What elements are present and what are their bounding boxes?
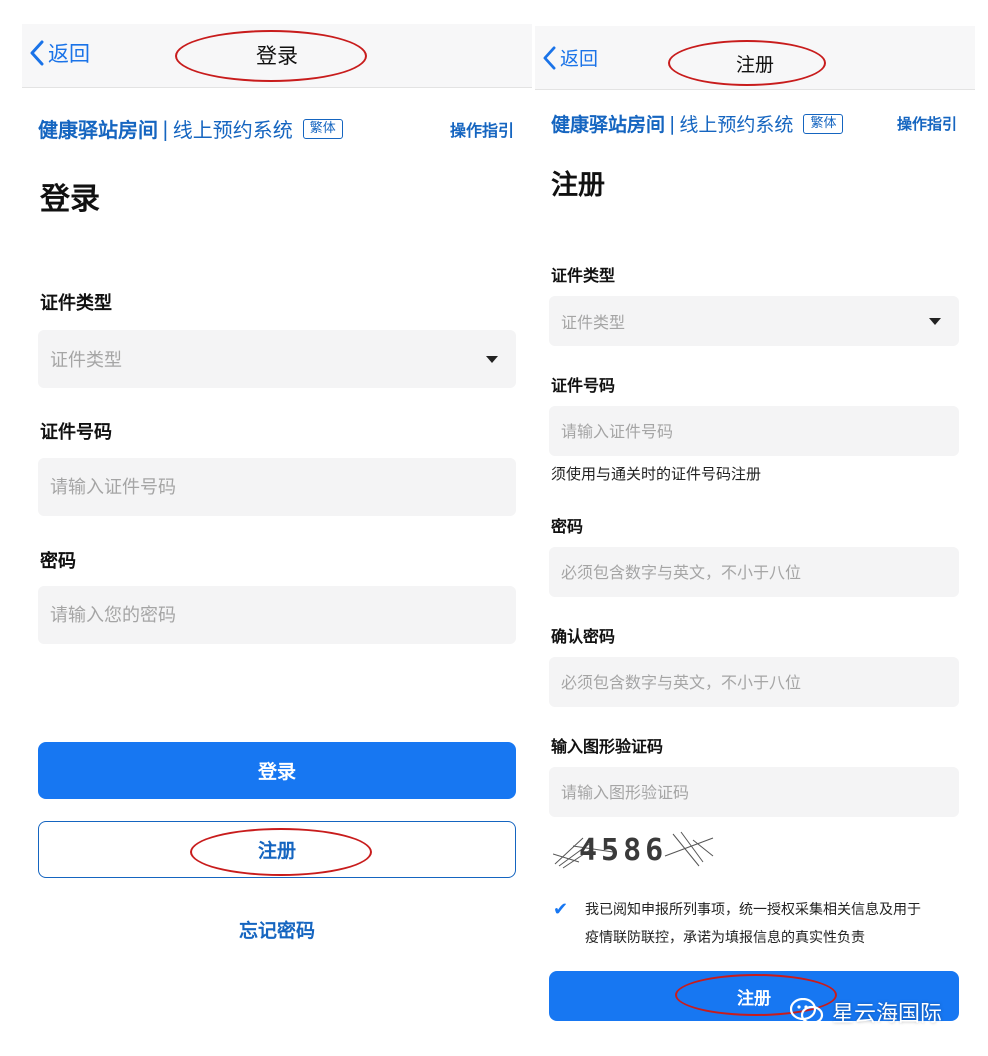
id-number-label: 证件号码	[40, 422, 112, 443]
wechat-icon	[790, 998, 824, 1025]
id-type-select[interactable]: 证件类型	[549, 296, 959, 346]
id-type-value: 证件类型	[561, 313, 626, 332]
consent-row: ✔ 我已阅知申报所列事项，统一授权采集相关信息及用于 疫情联防联控，承诺为填报信…	[553, 896, 959, 952]
checkmark-icon[interactable]: ✔	[553, 899, 575, 952]
brand-subtitle: 线上预约系统	[172, 118, 293, 142]
id-type-label: 证件类型	[40, 293, 112, 314]
forgot-password-link[interactable]: 忘记密码	[22, 916, 532, 943]
captcha-input[interactable]	[549, 767, 959, 817]
dropdown-caret-icon	[929, 317, 941, 325]
id-number-hint: 须使用与通关时的证件号码注册	[551, 465, 762, 483]
id-type-select[interactable]: 证件类型	[38, 330, 516, 388]
nav-title: 登录	[256, 44, 298, 68]
confirm-password-label: 确认密码	[551, 627, 616, 646]
id-number-input[interactable]	[549, 406, 959, 456]
password-label: 密码	[40, 551, 76, 572]
register-screen: 返回 注册 健康驿站房间 | 线上预约系统 繁体 操作指引 注册 证件类型 证件…	[535, 0, 975, 1056]
watermark: 星云海国际	[790, 996, 942, 1028]
brand-separator: |	[162, 116, 169, 141]
confirm-password-input[interactable]	[549, 657, 959, 707]
login-screen: 返回 登录 健康驿站房间 | 线上预约系统 繁体 操作指引 登录 证件类型 证件…	[22, 0, 532, 1056]
page-title: 登录	[40, 182, 100, 217]
consent-text: 我已阅知申报所列事项，统一授权采集相关信息及用于 疫情联防联控，承诺为填报信息的…	[585, 896, 921, 952]
password-label: 密码	[551, 517, 584, 536]
captcha-label: 输入图形验证码	[551, 737, 664, 756]
nav-bar: 返回 登录	[22, 24, 532, 88]
brand-subtitle: 线上预约系统	[679, 114, 794, 136]
captcha-image[interactable]: 4586	[553, 826, 719, 870]
brand-row: 健康驿站房间 | 线上预约系统 繁体 操作指引	[38, 114, 514, 143]
nav-bar: 返回 注册	[535, 26, 975, 90]
brand-name: 健康驿站房间	[38, 118, 158, 142]
traditional-toggle[interactable]: 繁体	[302, 118, 343, 139]
id-number-label: 证件号码	[551, 376, 616, 395]
id-type-value: 证件类型	[50, 350, 122, 371]
brand-separator: |	[669, 112, 676, 135]
nav-title: 注册	[735, 54, 774, 76]
password-input[interactable]	[549, 547, 959, 597]
login-button[interactable]: 登录	[38, 742, 516, 799]
captcha-text: 4586	[579, 833, 667, 868]
id-number-input[interactable]	[38, 458, 516, 516]
register-button[interactable]: 注册	[38, 821, 516, 878]
guide-link[interactable]: 操作指引	[897, 113, 957, 134]
consent-line-1: 我已阅知申报所列事项，统一授权采集相关信息及用于	[585, 902, 921, 918]
brand-row: 健康驿站房间 | 线上预约系统 繁体 操作指引	[551, 110, 957, 137]
guide-link[interactable]: 操作指引	[450, 117, 514, 141]
id-type-label: 证件类型	[551, 266, 616, 285]
password-input[interactable]	[38, 586, 516, 644]
watermark-text: 星云海国际	[832, 1002, 943, 1027]
brand-name: 健康驿站房间	[551, 114, 666, 136]
page-title: 注册	[551, 170, 605, 201]
dropdown-caret-icon	[486, 355, 498, 363]
consent-line-2: 疫情联防联控，承诺为填报信息的真实性负责	[585, 930, 865, 946]
traditional-toggle[interactable]: 繁体	[803, 113, 844, 134]
